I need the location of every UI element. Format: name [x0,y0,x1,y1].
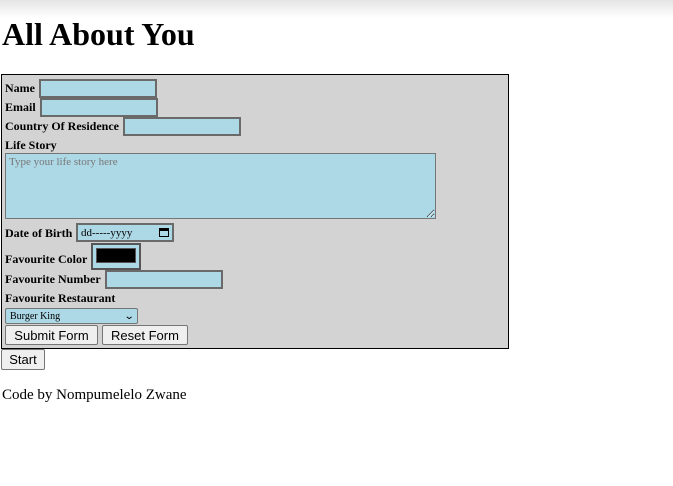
name-input[interactable] [39,79,157,98]
chevron-down-icon: ⌄ [123,310,135,322]
restaurant-selected: Burger King [10,310,61,322]
page-title: All About You [2,16,195,52]
calendar-icon[interactable] [159,228,169,237]
dob-input[interactable]: dd-----yyyy [76,223,174,242]
color-label: Favourite Color [5,252,88,266]
start-button[interactable]: Start [1,349,45,370]
about-you-form: Name Email Country Of Residence Life Sto… [1,74,509,349]
email-label: Email [5,100,36,114]
country-label: Country Of Residence [5,119,119,133]
footer-credit: Code by Nompumelelo Zwane [2,387,187,403]
email-input[interactable] [40,98,158,117]
life-story-textarea[interactable] [5,153,436,219]
color-swatch [96,248,136,263]
number-label: Favourite Number [5,272,101,286]
reset-form-button[interactable]: Reset Form [102,325,188,345]
life-story-label: Life Story [5,138,57,152]
submit-form-button[interactable]: Submit Form [5,325,98,345]
restaurant-select[interactable]: Burger King ⌄ [5,308,138,324]
restaurant-label: Favourite Restaurant [5,291,116,305]
dob-label: Date of Birth [5,226,73,240]
number-input[interactable] [105,270,223,289]
name-label: Name [5,81,35,95]
color-picker[interactable] [91,243,141,270]
dob-value: dd-----yyyy [81,226,133,239]
country-input[interactable] [123,117,241,136]
